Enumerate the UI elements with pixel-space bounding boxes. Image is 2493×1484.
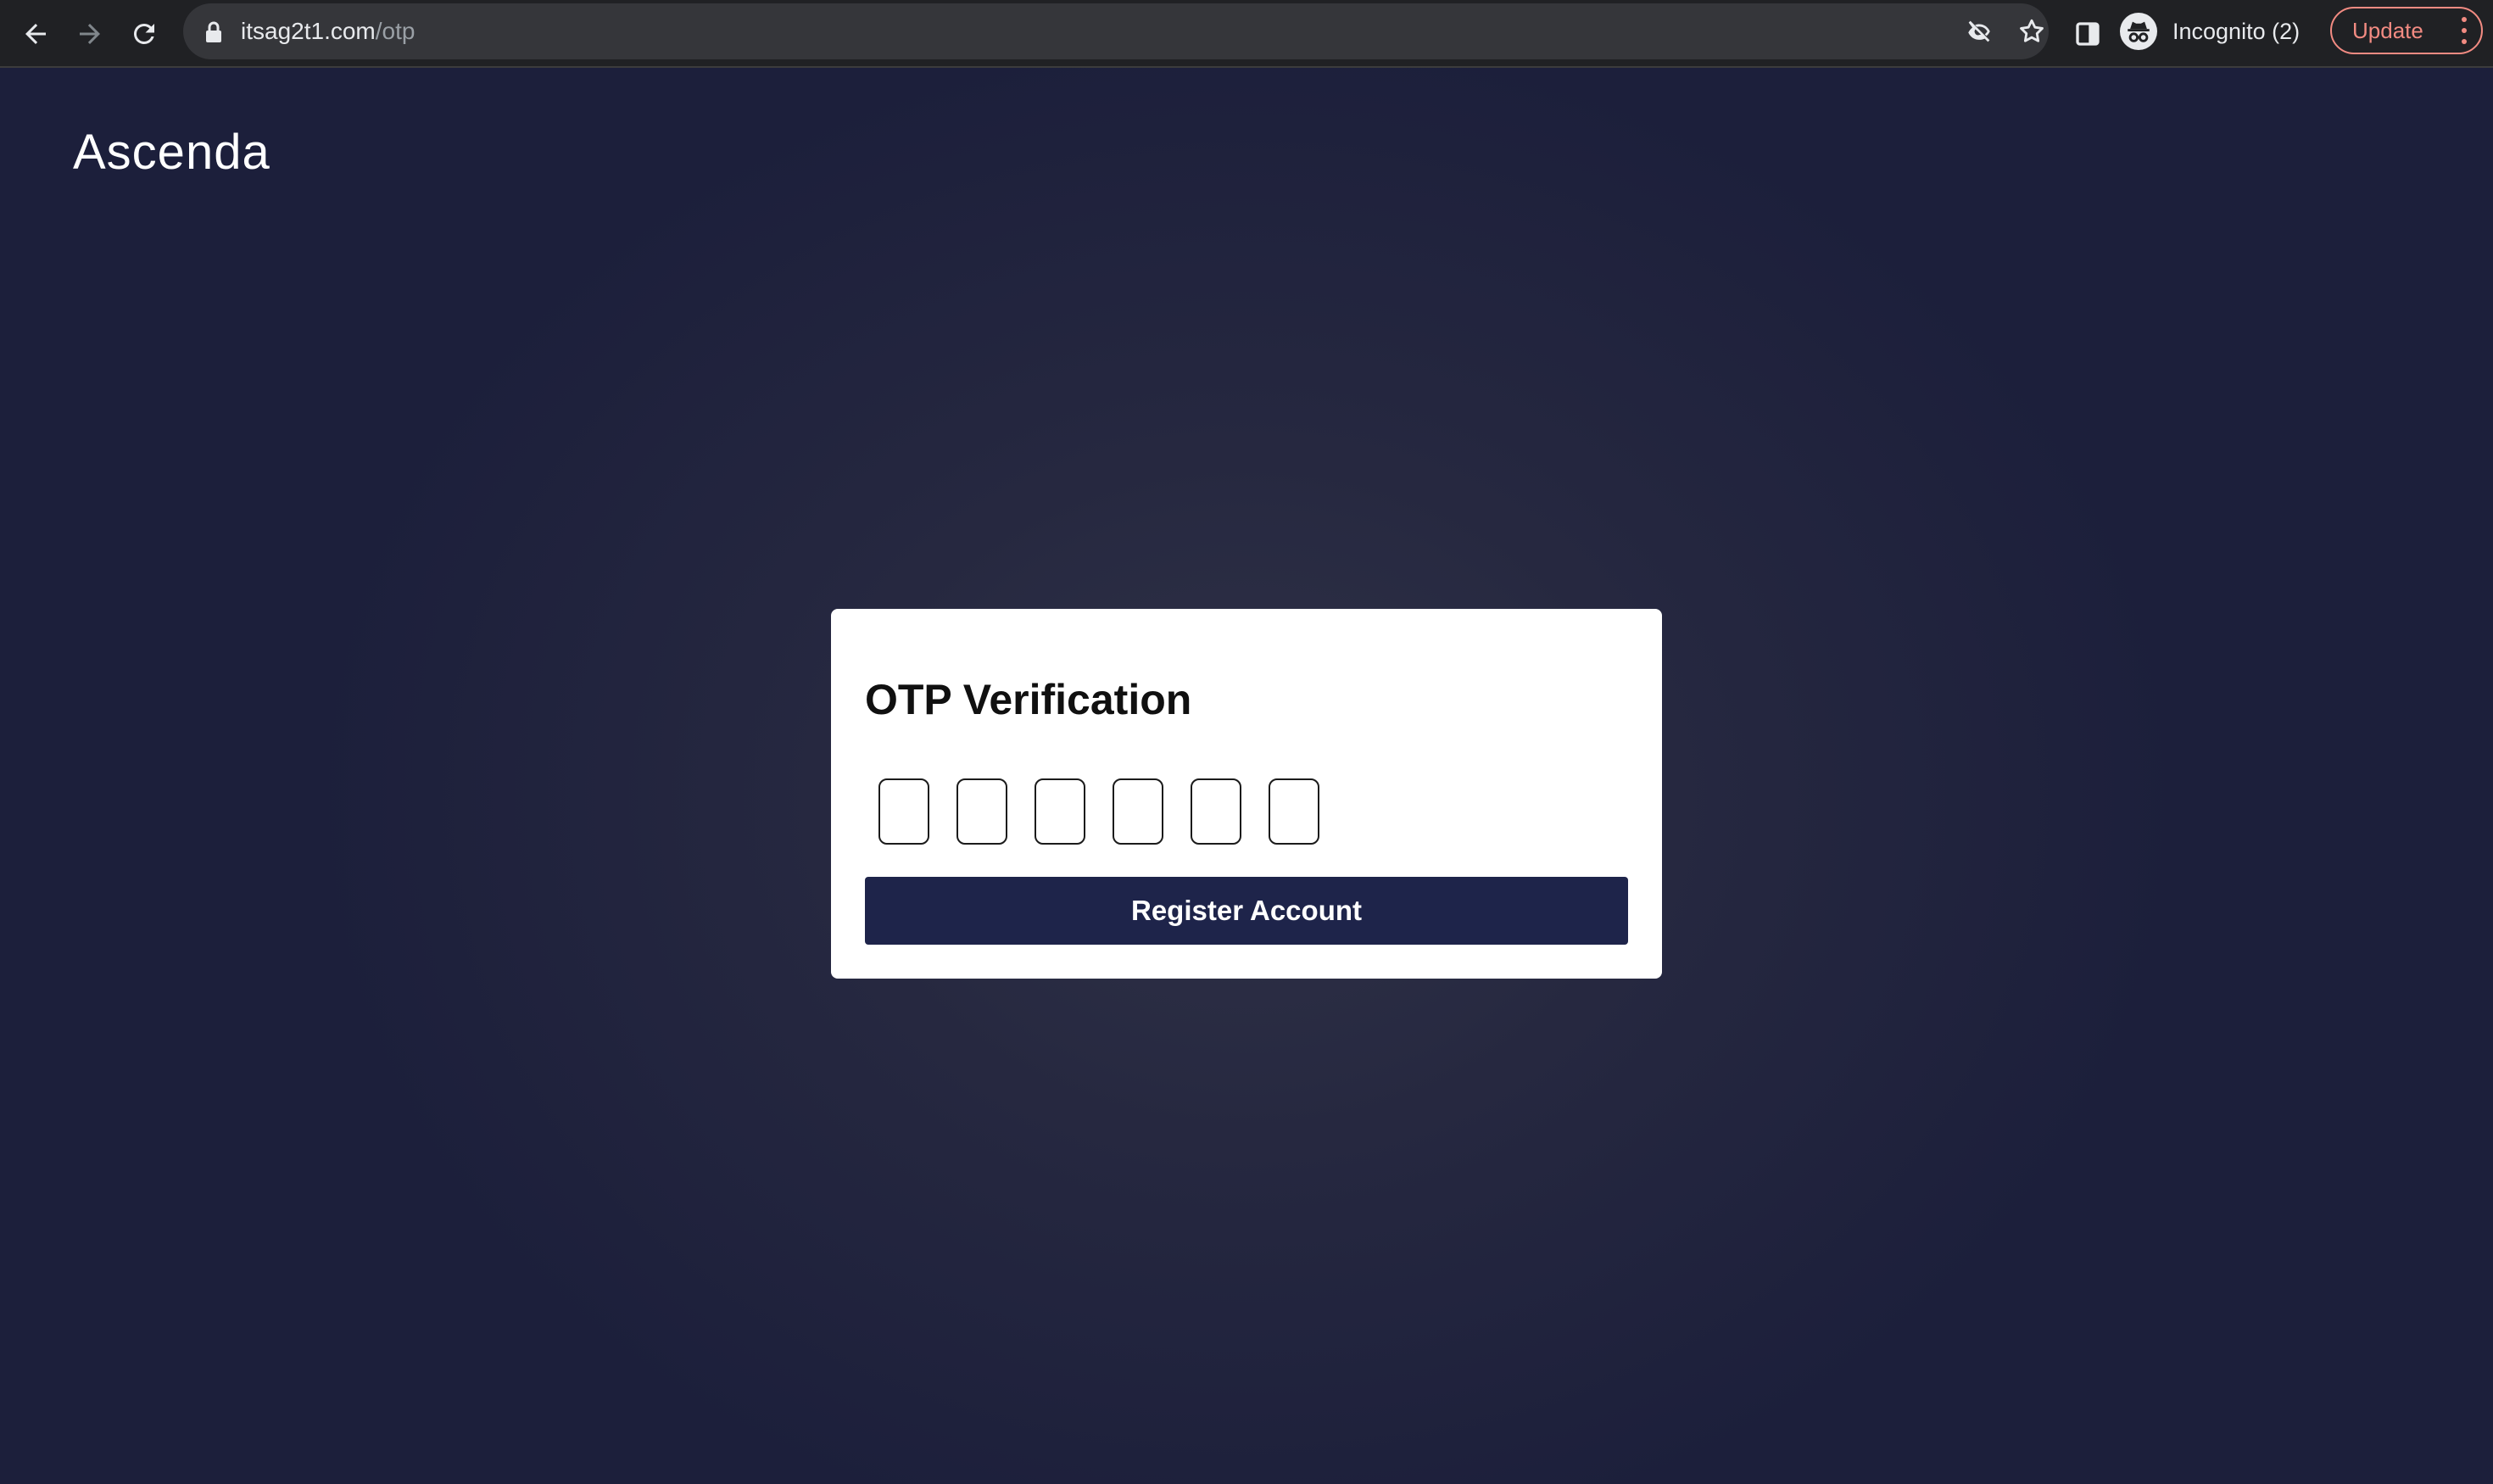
otp-card: OTP Verification Register Account — [831, 609, 1662, 979]
arrow-right-icon — [80, 24, 100, 44]
otp-digit-2[interactable] — [956, 778, 1007, 845]
url-text: itsag2t1.com/otp — [241, 3, 415, 59]
browser-toolbar: itsag2t1.com/otp Incognito (2) Update — [0, 0, 2493, 68]
incognito-icon — [2120, 13, 2157, 50]
otp-digit-5[interactable] — [1191, 778, 1241, 845]
lock-icon — [206, 21, 221, 42]
star-icon[interactable] — [2015, 14, 2049, 48]
update-label: Update — [2352, 17, 2423, 43]
back-button[interactable] — [12, 10, 59, 58]
page-title: OTP Verification — [865, 676, 1192, 723]
otp-digit-6[interactable] — [1269, 778, 1319, 845]
eye-slash-icon[interactable] — [1962, 14, 1996, 48]
update-button[interactable]: Update — [2330, 7, 2483, 54]
side-panel-button[interactable] — [2066, 12, 2110, 56]
url-path: /otp — [375, 18, 416, 44]
reload-icon — [133, 23, 154, 44]
forward-button[interactable] — [66, 10, 114, 58]
arrow-left-icon — [25, 24, 46, 44]
otp-digit-3[interactable] — [1035, 778, 1085, 845]
profile-button[interactable]: Incognito (2) — [2120, 7, 2313, 56]
otp-digit-4[interactable] — [1113, 778, 1163, 845]
side-panel-icon — [2076, 22, 2100, 46]
page-background: Ascenda OTP Verification Register Accoun… — [0, 68, 2493, 1484]
otp-digit-1[interactable] — [878, 778, 929, 845]
address-bar[interactable]: itsag2t1.com/otp — [183, 3, 2049, 59]
brand-logo[interactable]: Ascenda — [73, 124, 270, 181]
otp-input-group — [878, 778, 1347, 845]
reload-button[interactable] — [120, 10, 168, 58]
register-account-button[interactable]: Register Account — [865, 877, 1628, 945]
three-dots-vertical-icon — [2459, 17, 2469, 44]
profile-label: Incognito (2) — [2172, 18, 2301, 44]
url-host: itsag2t1.com — [241, 18, 376, 44]
